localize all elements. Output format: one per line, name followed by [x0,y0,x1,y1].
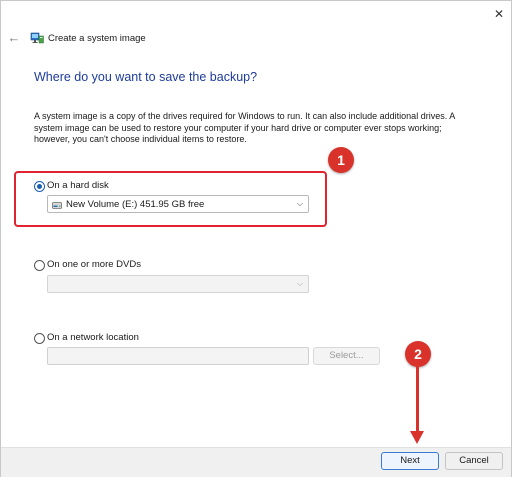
network-path-input [47,347,309,365]
annotation-arrow-line [416,366,419,434]
chevron-down-icon: ⌵ [296,279,303,288]
network-radio[interactable] [34,333,45,344]
annotation-badge-1: 1 [328,147,354,173]
system-image-backup-icon [30,31,44,45]
back-arrow-icon[interactable]: ← [7,31,21,45]
network-label[interactable]: On a network location [47,332,139,343]
description-text: A system image is a copy of the drives r… [34,111,455,144]
hard-disk-highlight-box [14,171,327,227]
annotation-arrow-head [410,431,424,444]
create-system-image-window: ✕ ← Create a system image Where do you w… [0,0,512,477]
close-icon[interactable]: ✕ [492,7,506,21]
next-button[interactable]: Next [381,452,439,470]
cancel-button[interactable]: Cancel [445,452,503,470]
page-heading: Where do you want to save the backup? [34,70,258,84]
window-title: Create a system image [48,33,146,44]
dvds-radio[interactable] [34,260,45,271]
select-network-button: Select... [313,347,380,365]
dvd-drive-select: ⌵ [47,275,309,293]
dvds-label[interactable]: On one or more DVDs [47,259,141,270]
annotation-badge-2: 2 [405,341,431,367]
